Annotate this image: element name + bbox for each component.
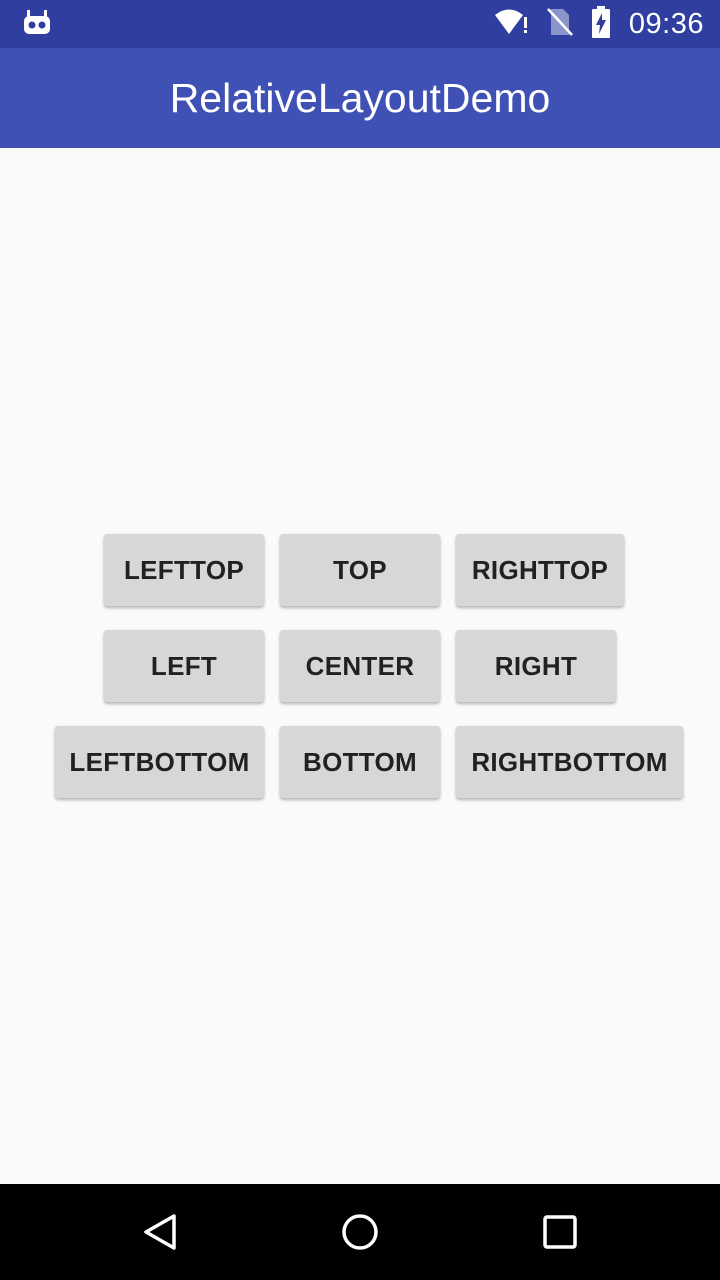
home-icon[interactable] — [336, 1208, 384, 1256]
wifi-alert-icon — [494, 8, 529, 41]
app-bar: RelativeLayoutDemo — [0, 48, 720, 148]
back-icon[interactable] — [136, 1208, 184, 1256]
notification-bot-icon — [22, 10, 52, 36]
recents-icon[interactable] — [536, 1208, 584, 1256]
lefttop-button[interactable]: LEFTTOP — [104, 534, 264, 606]
righttop-button[interactable]: RIGHTTOP — [456, 534, 624, 606]
rightbottom-button[interactable]: RIGHTBOTTOM — [456, 726, 683, 798]
status-bar: 09:36 — [0, 0, 720, 48]
battery-charging-icon — [591, 5, 611, 43]
right-button[interactable]: RIGHT — [456, 630, 616, 702]
app-title: RelativeLayoutDemo — [169, 74, 551, 121]
bottom-button[interactable]: BOTTOM — [280, 726, 440, 798]
leftbottom-button[interactable]: LEFTBOTTOM — [55, 726, 264, 798]
center-button[interactable]: CENTER — [280, 630, 440, 702]
navigation-bar — [0, 1184, 720, 1280]
top-button[interactable]: TOP — [280, 534, 440, 606]
left-button[interactable]: LEFT — [104, 630, 264, 702]
content-area: LEFTTOP TOP RIGHTTOP LEFT CENTER RIGHT L… — [0, 148, 720, 1184]
status-clock: 09:36 — [628, 7, 704, 40]
no-sim-icon — [547, 7, 573, 42]
